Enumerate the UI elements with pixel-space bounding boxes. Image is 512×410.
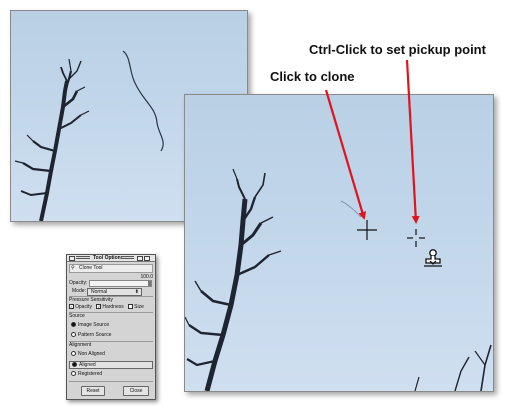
source-pattern-radio[interactable]: Pattern Source	[69, 332, 153, 338]
opacity-slider-handle[interactable]	[148, 281, 151, 286]
align-registered-radio[interactable]: Registered	[69, 371, 153, 377]
source-image-label: Image Source	[78, 322, 110, 328]
close-box-icon[interactable]	[69, 256, 75, 261]
cloned-photo	[184, 94, 494, 392]
align-aligned-label: Aligned	[79, 362, 96, 368]
shade-box-icon[interactable]	[137, 256, 143, 261]
tool-name-field: ⚲ Clone Tool	[69, 264, 153, 273]
tree-branches-image	[185, 168, 492, 391]
source-section-label: Source	[69, 313, 85, 319]
source-image-radio[interactable]: Image Source	[69, 322, 153, 328]
pressure-size-checkbox[interactable]: Size	[128, 304, 144, 310]
align-registered-label: Registered	[78, 371, 103, 377]
collapse-box-icon[interactable]	[144, 256, 150, 261]
reset-button[interactable]: Reset	[81, 386, 105, 396]
source-pattern-label: Pattern Source	[78, 332, 112, 338]
pressure-hardness-label: Hardness	[102, 304, 124, 310]
mode-label: Mode:	[72, 288, 86, 294]
pressure-opacity-checkbox[interactable]: ✓ Opacity	[69, 304, 92, 310]
dialog-titlebar[interactable]: Tool Options	[67, 255, 155, 262]
pressure-hardness-checkbox[interactable]: ✓ Hardness	[96, 304, 124, 310]
mode-select-value: Normal	[91, 289, 108, 295]
align-non-aligned-radio[interactable]: Non Aligned	[69, 351, 153, 357]
opacity-label: Opacity:	[69, 280, 88, 286]
pressure-size-label: Size	[134, 304, 144, 310]
titlebar-grip	[76, 256, 90, 259]
clone-stamp-icon: ⚲	[71, 265, 75, 271]
updown-arrows-icon: ⬍	[134, 289, 139, 295]
pressure-opacity-label: Opacity	[75, 304, 92, 310]
alignment-section-label: Alignment	[69, 342, 92, 348]
align-non-aligned-label: Non Aligned	[78, 351, 105, 357]
separator	[69, 381, 153, 382]
titlebar-grip	[122, 256, 134, 259]
opacity-slider[interactable]	[89, 280, 152, 287]
mode-select[interactable]: Normal ⬍	[87, 288, 142, 296]
align-aligned-radio[interactable]: Aligned	[69, 361, 153, 369]
close-button[interactable]: Close	[123, 386, 149, 396]
clone-instruction-label: Click to clone	[270, 69, 355, 84]
tool-name-label: Clone Tool	[79, 265, 103, 271]
tool-options-dialog: Tool Options ⚲ Clone Tool 100.0 Opacity:…	[66, 254, 156, 400]
pickup-instruction-label: Ctrl-Click to set pickup point	[309, 42, 486, 57]
dialog-title: Tool Options	[93, 255, 124, 261]
pressure-section-label: Pressure Sensitivity	[69, 297, 113, 303]
